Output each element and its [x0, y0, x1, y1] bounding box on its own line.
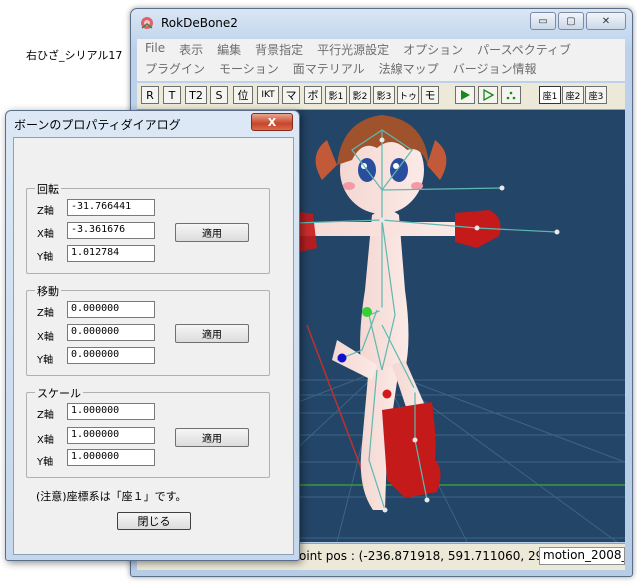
point-position-readout: oint pos : (-236.871918, 591.711060, 29. — [299, 549, 548, 563]
scale-legend: スケール — [35, 385, 83, 401]
joint-red[interactable] — [382, 389, 392, 399]
menu-file[interactable]: File — [145, 41, 165, 58]
rotation-y-input[interactable]: 1.012784 — [67, 245, 155, 262]
rotation-z-input[interactable]: -31.766441 — [67, 199, 155, 216]
translation-y-input[interactable]: 0.000000 — [67, 347, 155, 364]
coord2-button[interactable]: 座2 — [562, 86, 584, 104]
translation-z-label: Z軸 — [37, 308, 54, 319]
scale-y-input[interactable]: 1.000000 — [67, 449, 155, 466]
menu-motion[interactable]: モーション — [219, 60, 279, 77]
toolbar: R T T2 S 位 IKT マ ボ 影1 影2 影3 トゥ モ 座1 座2 座… — [137, 83, 625, 110]
rotation-y-label: Y軸 — [37, 252, 54, 263]
bone-name-label: 右ひざ_シリアル17 — [26, 49, 123, 62]
scale-x-label: X軸 — [37, 435, 54, 446]
play-filled-icon[interactable] — [455, 86, 475, 104]
rotation-x-label: X軸 — [37, 229, 54, 240]
app-icon — [141, 17, 153, 29]
close-button[interactable]: ✕ — [586, 12, 626, 30]
tool-position-button[interactable]: 位 — [233, 86, 253, 104]
menu-light[interactable]: 平行光源設定 — [317, 41, 389, 58]
menu-view[interactable]: 表示 — [179, 41, 203, 58]
menu-background[interactable]: 背景指定 — [255, 41, 303, 58]
tool-s-button[interactable]: S — [210, 86, 228, 104]
scale-y-label: Y軸 — [37, 457, 54, 468]
translation-group: 移動 Z軸 0.000000 X軸 0.000000 適用 Y軸 0.00000… — [26, 283, 270, 376]
main-titlebar: RokDeBone2 — [139, 12, 238, 34]
menubar: File 表示 編集 背景指定 平行光源設定 オプション パースペクティブ プラ… — [137, 39, 625, 81]
tool-shadow3-button[interactable]: 影3 — [373, 86, 395, 104]
tool-mo-button[interactable]: モ — [421, 86, 439, 104]
tool-ma-button[interactable]: マ — [282, 86, 300, 104]
translation-y-label: Y軸 — [37, 355, 54, 366]
rotation-group: 回転 Z軸 -31.766441 X軸 -3.361676 適用 Y軸 1.01… — [26, 181, 270, 274]
translation-apply-button[interactable]: 適用 — [175, 324, 249, 343]
scale-group: スケール Z軸 1.000000 X軸 1.000000 適用 Y軸 1.000… — [26, 385, 270, 478]
tool-tou-button[interactable]: トゥ — [397, 86, 419, 104]
scale-apply-button[interactable]: 適用 — [175, 428, 249, 447]
coord1-button[interactable]: 座1 — [539, 86, 561, 104]
tool-shadow2-button[interactable]: 影2 — [349, 86, 371, 104]
dialog-close-button[interactable]: 閉じる — [117, 512, 191, 530]
tool-r-button[interactable]: R — [141, 86, 159, 104]
scale-z-label: Z軸 — [37, 410, 54, 421]
menu-normalmap[interactable]: 法線マップ — [379, 60, 439, 77]
rotation-legend: 回転 — [35, 181, 61, 197]
translation-legend: 移動 — [35, 283, 61, 299]
rotation-apply-button[interactable]: 適用 — [175, 223, 249, 242]
joint-blue[interactable] — [337, 353, 347, 363]
selected-joint-green[interactable] — [362, 307, 372, 317]
tool-ikt-button[interactable]: IKT — [257, 86, 279, 104]
play-outline-icon[interactable] — [478, 86, 498, 104]
menu-material[interactable]: 面マテリアル — [293, 60, 365, 77]
translation-x-label: X軸 — [37, 332, 54, 343]
tool-t-button[interactable]: T — [163, 86, 181, 104]
rotation-x-input[interactable]: -3.361676 — [67, 222, 155, 239]
scale-x-input[interactable]: 1.000000 — [67, 427, 155, 444]
tool-bo-button[interactable]: ボ — [304, 86, 322, 104]
maximize-button[interactable]: ▢ — [558, 12, 584, 30]
menu-plugin[interactable]: プラグイン — [145, 60, 205, 77]
dots-icon[interactable] — [501, 86, 521, 104]
translation-z-input[interactable]: 0.000000 — [67, 301, 155, 318]
menu-edit[interactable]: 編集 — [217, 41, 241, 58]
motion-file-field[interactable]: motion_2008_ — [539, 547, 625, 565]
coord3-button[interactable]: 座3 — [585, 86, 607, 104]
minimize-button[interactable]: ▭ — [530, 12, 556, 30]
coordinate-note: (注意)座標系は「座１」です。 — [36, 490, 187, 503]
tool-t2-button[interactable]: T2 — [185, 86, 207, 104]
translation-x-input[interactable]: 0.000000 — [67, 324, 155, 341]
window-title: RokDeBone2 — [161, 16, 238, 30]
tool-shadow1-button[interactable]: 影1 — [325, 86, 347, 104]
scale-z-input[interactable]: 1.000000 — [67, 403, 155, 420]
menu-version[interactable]: バージョン情報 — [453, 60, 537, 77]
rotation-z-label: Z軸 — [37, 206, 54, 217]
dialog-close-icon[interactable]: X — [251, 113, 293, 131]
menu-perspective[interactable]: パースペクティブ — [477, 41, 571, 58]
dialog-title: ボーンのプロパティダイアログ — [14, 118, 181, 132]
menu-options[interactable]: オプション — [403, 41, 463, 58]
